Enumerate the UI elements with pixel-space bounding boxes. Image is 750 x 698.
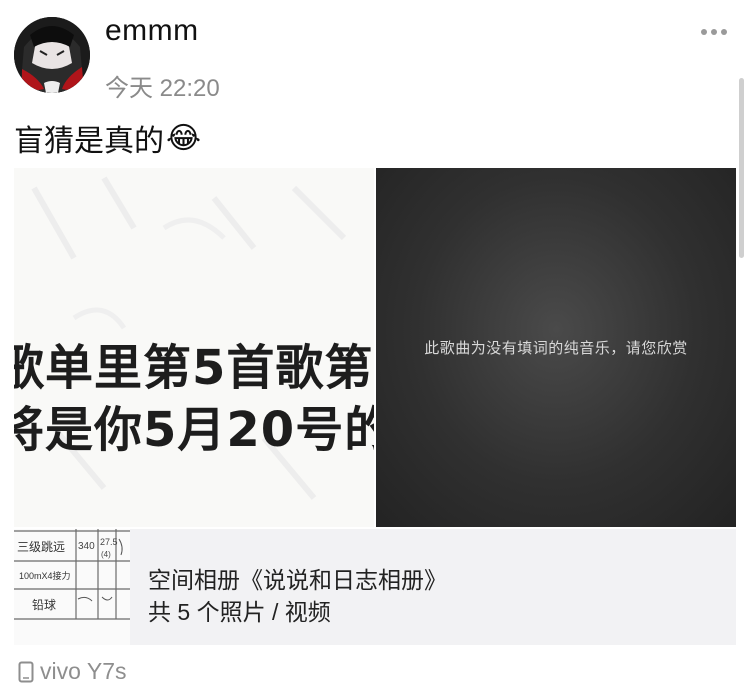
album-count: 共 5 个照片 / 视频 — [148, 599, 331, 625]
image-text-line-2: 将是你5月20号的状 — [14, 402, 374, 458]
avatar-image — [14, 17, 90, 93]
device-info: vivo Y7s — [18, 658, 127, 685]
album-card[interactable]: 三级跳远 100mX4接力 铅球 340 27.5 (4) 空间相册《说说和日志… — [14, 529, 736, 645]
post-image-right[interactable]: 此歌曲为没有填词的纯音乐，请您欣赏 — [376, 168, 736, 527]
pure-music-notice: 此歌曲为没有填词的纯音乐，请您欣赏 — [424, 340, 688, 357]
phone-icon — [18, 661, 34, 682]
image-text-line-1: 歌单里第5首歌第20 — [14, 340, 374, 396]
username[interactable]: emmm — [105, 14, 199, 48]
post-image-left[interactable]: 歌单里第5首歌第20 将是你5月20号的状 — [14, 168, 374, 527]
cell-shot-put: 铅球 — [32, 598, 56, 612]
more-options-button[interactable] — [698, 22, 730, 42]
laughing-crying-emoji-icon: 😂 — [166, 121, 202, 155]
post-caption: 盲猜是真的 😂 — [14, 116, 201, 160]
post-time: 今天 22:20 — [105, 75, 220, 102]
cell-mark-2: 27.5 — [100, 537, 118, 547]
more-dot — [711, 29, 717, 35]
cell-mark-1: 340 — [78, 541, 95, 552]
more-dots-icon — [701, 29, 707, 35]
caption-text: 盲猜是真的 — [14, 125, 164, 158]
avatar[interactable] — [14, 17, 90, 93]
device-name: vivo Y7s — [40, 658, 127, 684]
album-thumbnail: 三级跳远 100mX4接力 铅球 340 27.5 (4) — [14, 529, 130, 645]
table-sheet-icon: 三级跳远 100mX4接力 铅球 340 27.5 (4) — [14, 529, 130, 645]
cell-relay: 100mX4接力 — [19, 570, 71, 581]
album-title: 空间相册《说说和日志相册》 — [148, 567, 447, 593]
more-dot — [721, 29, 727, 35]
cell-triple-jump: 三级跳远 — [17, 540, 65, 554]
scrollbar[interactable] — [739, 78, 744, 258]
cell-mark-3: (4) — [101, 550, 111, 559]
